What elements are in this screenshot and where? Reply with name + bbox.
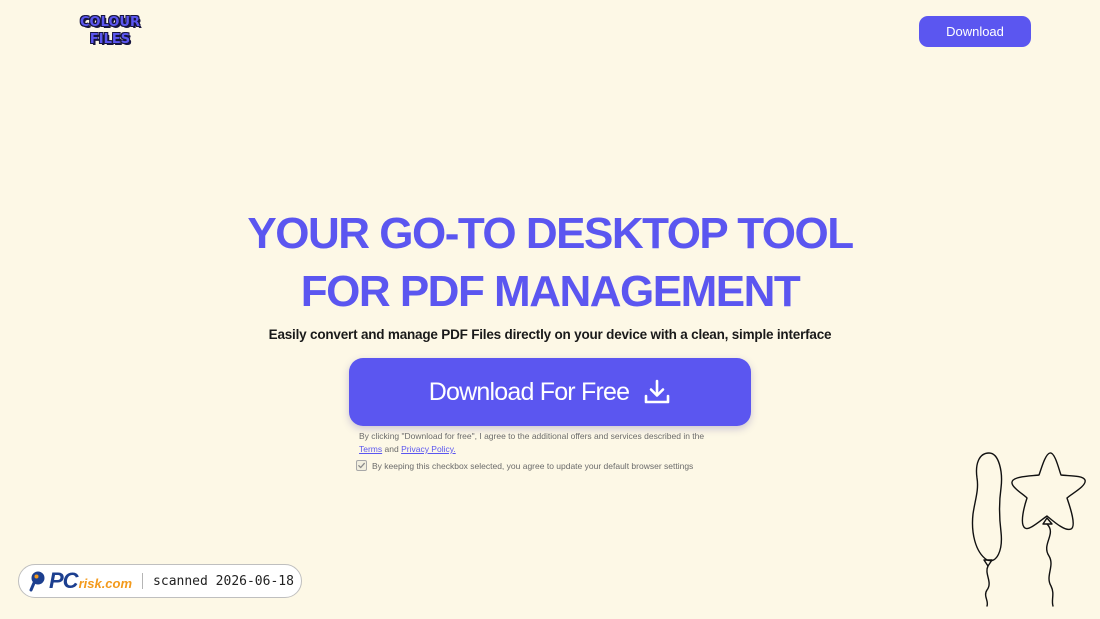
pcrisk-brand-pc: PC (49, 568, 79, 593)
download-for-free-button[interactable]: Download For Free (349, 358, 751, 426)
logo-text-line2: FILES (89, 32, 131, 47)
star-balloon-icon (1011, 452, 1086, 607)
badge-divider (142, 573, 144, 589)
cta-label: Download For Free (428, 377, 630, 406)
legal-and: and (384, 444, 399, 454)
balloon-icon (971, 452, 1003, 607)
scan-date: scanned 2026-06-18 (153, 573, 294, 589)
terms-link[interactable]: Terms (359, 444, 382, 454)
privacy-policy-link[interactable]: Privacy Policy. (401, 444, 456, 454)
consent-checkbox[interactable] (356, 460, 367, 471)
subheadline: Easily convert and manage PDF Files dire… (268, 327, 832, 342)
balloons-illustration (971, 452, 1086, 607)
logo[interactable]: COLOUR FILES (68, 12, 152, 52)
logo-text-line1: COLOUR (79, 15, 141, 30)
magnifier-icon (29, 571, 45, 592)
download-icon (644, 379, 670, 404)
header-download-button[interactable]: Download (919, 16, 1031, 47)
browser-settings-consent: By keeping this checkbox selected, you a… (356, 460, 693, 471)
consent-checkbox-label: By keeping this checkbox selected, you a… (372, 460, 694, 471)
headline-line-2: FOR PDF MANAGEMENT (300, 267, 801, 316)
legal-text: By clicking "Download for free", I agree… (359, 431, 705, 441)
pcrisk-logo: PC risk.com (29, 568, 132, 594)
scan-badge: PC risk.com scanned 2026-06-18 (18, 564, 302, 598)
headline-line-1: YOUR GO-TO DESKTOP TOOL (247, 209, 854, 258)
pcrisk-brand-risk: risk.com (78, 575, 133, 591)
legal-disclaimer: By clicking "Download for free", I agree… (359, 430, 739, 456)
checkmark-icon (358, 462, 365, 469)
